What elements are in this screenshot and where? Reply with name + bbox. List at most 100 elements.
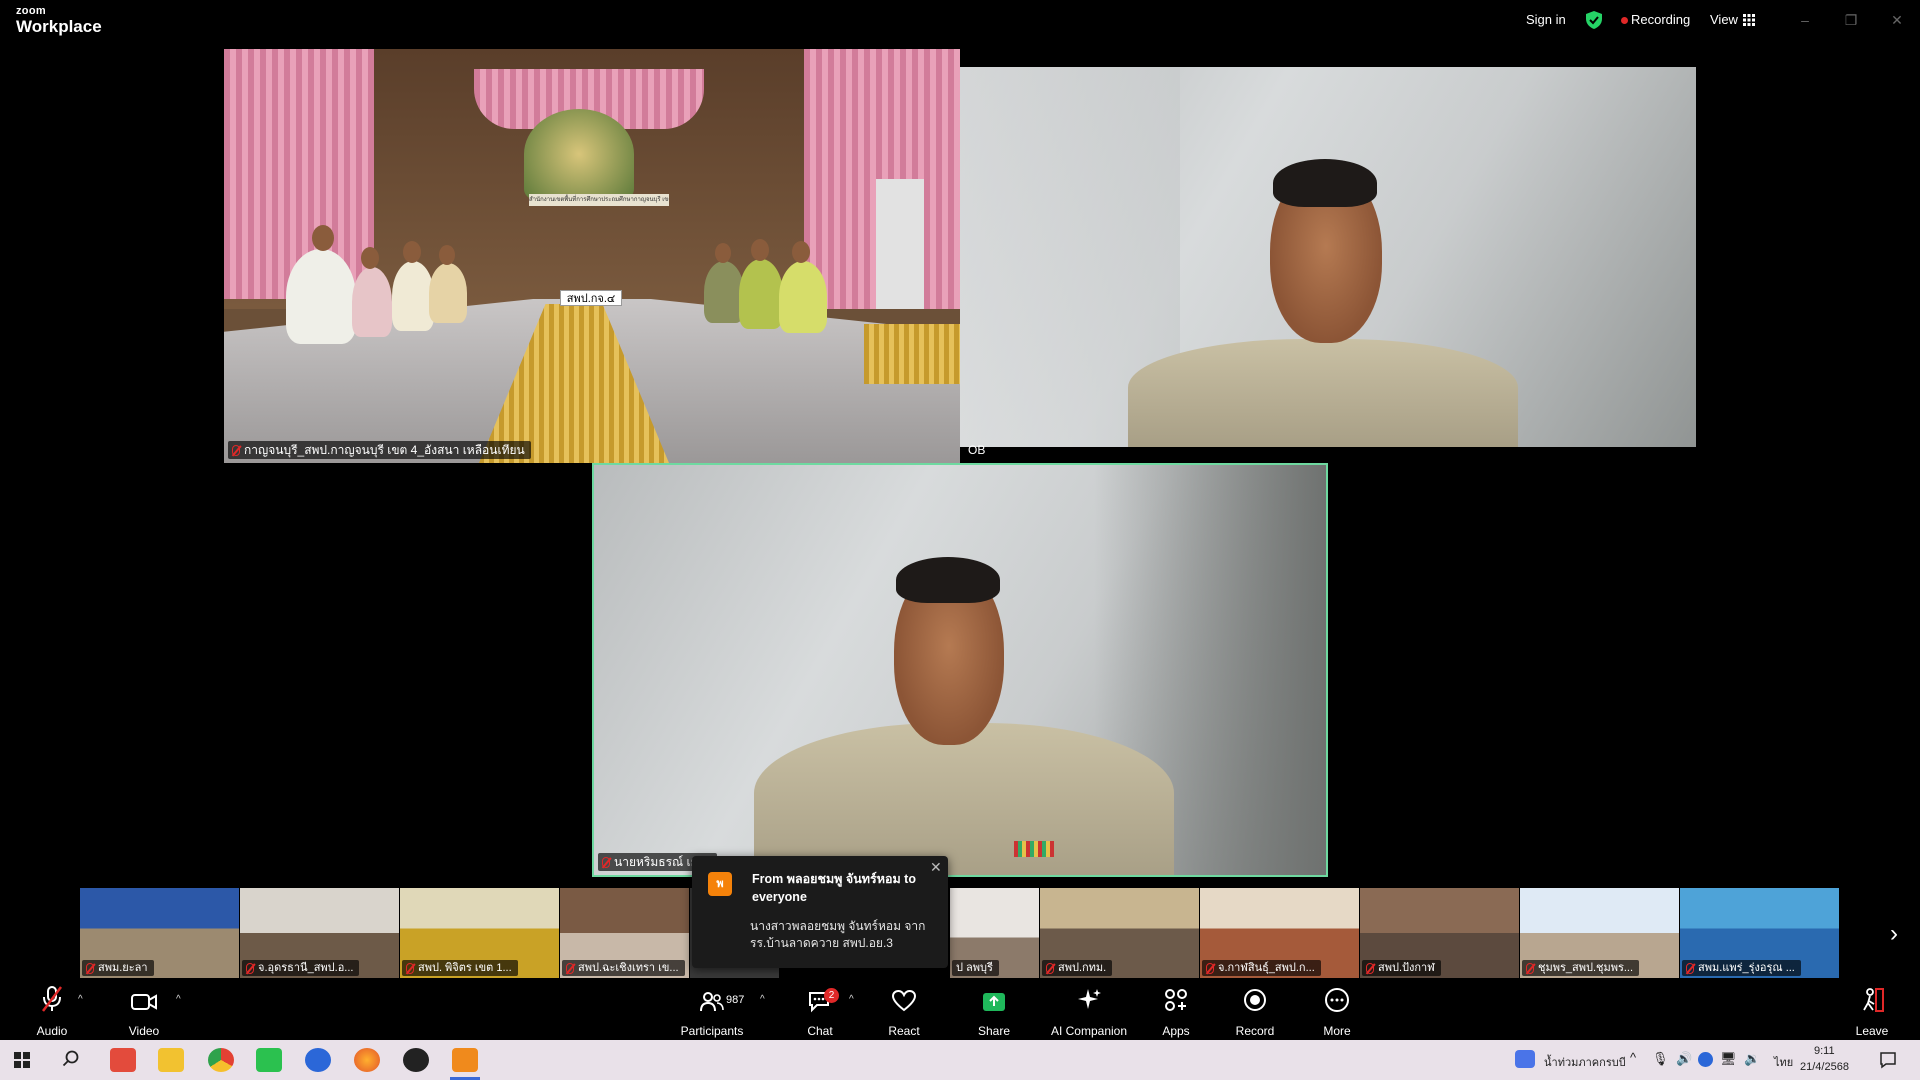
person — [739, 259, 783, 329]
recording-indicator[interactable]: Recording — [1631, 12, 1690, 27]
mic-muted-icon — [1526, 962, 1534, 974]
participant-name-label: สพม.ยะลา — [82, 960, 154, 976]
person-head — [751, 239, 769, 261]
chevron-right-icon[interactable]: › — [1890, 920, 1898, 948]
video-tray-icon[interactable] — [1515, 1050, 1535, 1068]
filmstrip-thumb[interactable]: จ.อุดรธานี_สพป.อ... — [240, 888, 400, 978]
speaker-icon[interactable]: 🔊 — [1676, 1051, 1692, 1067]
tray-location[interactable]: น้ำท่วมภาคกรบบี — [1544, 1053, 1626, 1071]
grid-icon[interactable] — [1743, 13, 1755, 31]
title-bar: zoom Workplace Sign in Recording View – … — [0, 0, 1920, 44]
firefox-icon[interactable] — [354, 1048, 380, 1072]
chat-options-caret[interactable]: ^ — [849, 994, 854, 1005]
apps-icon — [1163, 987, 1189, 1018]
participant-name-label: จ.กาฬสินธุ์_สพป.ก... — [1202, 960, 1321, 976]
notification-center-icon[interactable] — [1879, 1051, 1897, 1074]
volume-icon[interactable]: 🔉 — [1744, 1051, 1760, 1067]
video-button[interactable]: Video — [114, 980, 174, 1040]
participant-name-label: กาญจนบุรี_สพป.กาญจนบุรี เขต 4_อังสนา เหล… — [228, 441, 531, 459]
chat-unread-badge: 2 — [824, 988, 839, 1003]
person — [779, 261, 827, 333]
chat-button[interactable]: Chat — [790, 980, 850, 1040]
people-icon — [699, 991, 725, 1018]
person-hair — [896, 557, 1000, 603]
letterbox-top — [960, 49, 1696, 67]
chat-notification[interactable]: พ From พลอยชมพู จันทร์หอม to everyone นา… — [692, 856, 948, 968]
wall-banner: สำนักงานเขตพื้นที่การศึกษาประถมศึกษากาญจ… — [529, 194, 669, 206]
active-app-icon[interactable] — [452, 1048, 478, 1072]
video-tile-active-speaker[interactable]: นายหริมธรณ์ เยงพ — [592, 463, 1328, 877]
clock-time[interactable]: 9:11 — [1814, 1045, 1835, 1057]
input-language[interactable]: ไทย — [1774, 1053, 1793, 1071]
wps-app-icon[interactable] — [110, 1048, 136, 1072]
participant-name-label: OB — [968, 443, 986, 457]
os-taskbar: น้ำท่วมภาคกรบบี ^ 🎙 🔊 🖥 🔉 ไทย 9:11 21/4/… — [0, 1040, 1920, 1080]
audio-options-caret[interactable]: ^ — [78, 994, 83, 1005]
maximize-icon[interactable]: ❐ — [1841, 10, 1861, 30]
person-head — [439, 245, 455, 265]
filmstrip-thumb[interactable]: สพป. พิจิตร เขต 1... — [400, 888, 560, 978]
filmstrip-thumb[interactable]: สพป.ฉะเชิงเทรา เข... — [560, 888, 690, 978]
leave-button[interactable]: Leave — [1842, 980, 1902, 1040]
mic-muted-icon — [232, 444, 240, 456]
leave-icon — [1859, 987, 1885, 1018]
file-explorer-icon[interactable] — [158, 1048, 184, 1072]
person-head — [312, 225, 334, 251]
sparkle-icon — [1076, 987, 1102, 1018]
participants-count: 987 — [726, 994, 745, 1006]
record-button[interactable]: Record — [1225, 980, 1285, 1040]
mic-muted-icon — [1366, 962, 1374, 974]
chevron-up-icon[interactable]: ^ — [1630, 1050, 1636, 1065]
mic-muted-icon — [1206, 962, 1214, 974]
mic-muted-icon — [602, 856, 610, 868]
emblem — [524, 109, 634, 199]
mic-icon[interactable]: 🎙 — [1652, 1051, 1669, 1067]
person — [286, 249, 356, 344]
filmstrip: สพม.ยะลา จ.อุดรธานี_สพป.อ... สพป. พิจิตร… — [80, 888, 1840, 978]
network-icon[interactable]: 🖥 — [1720, 1051, 1737, 1067]
zoom-tray-icon[interactable] — [1698, 1052, 1713, 1067]
share-button[interactable]: Share — [964, 980, 1024, 1040]
video-options-caret[interactable]: ^ — [176, 994, 181, 1005]
person — [392, 261, 434, 331]
react-button[interactable]: React — [874, 980, 934, 1040]
ai-companion-button[interactable]: AI Companion — [1044, 980, 1134, 1040]
line-app-icon[interactable] — [256, 1048, 282, 1072]
mic-muted-icon — [39, 985, 65, 1018]
close-icon[interactable]: ✕ — [930, 859, 942, 876]
filmstrip-thumb[interactable]: ชุมพร_สพป.ชุมพร... — [1520, 888, 1680, 978]
close-window-icon[interactable]: ✕ — [1887, 10, 1907, 30]
filmstrip-thumb[interactable]: สพม.ยะลา — [80, 888, 240, 978]
zoom-logo: zoom Workplace — [16, 5, 102, 36]
person-head — [715, 243, 731, 263]
person-hair — [1273, 159, 1377, 207]
minimize-icon[interactable]: – — [1795, 10, 1815, 30]
view-button[interactable]: View — [1710, 12, 1738, 27]
participants-button[interactable]: Participants — [672, 980, 752, 1040]
person-head — [792, 241, 810, 263]
notification-message: นางสาวพลอยชมพู จันทร์หอม จาก รร.บ้านลาดค… — [750, 919, 926, 950]
mic-muted-icon — [1686, 962, 1694, 974]
video-tile-room[interactable]: สำนักงานเขตพื้นที่การศึกษาประถมศึกษากาญจ… — [224, 49, 960, 463]
shield-check-icon[interactable] — [1586, 11, 1602, 29]
mic-muted-icon — [406, 962, 414, 974]
more-button[interactable]: More — [1307, 980, 1367, 1040]
filmstrip-thumb[interactable]: สพม.แพร่_รุ่งอรุณ ... — [1680, 888, 1840, 978]
windows-start-icon[interactable] — [14, 1052, 30, 1073]
video-tile-top-right[interactable]: OB — [960, 49, 1696, 463]
sign-in-button[interactable]: Sign in — [1526, 12, 1566, 27]
chrome-icon[interactable] — [208, 1048, 234, 1072]
clock-date[interactable]: 21/4/2568 — [1800, 1061, 1849, 1073]
participants-options-caret[interactable]: ^ — [760, 994, 765, 1005]
search-icon[interactable] — [62, 1050, 80, 1073]
filmstrip-thumb[interactable]: สพป.ปังกาฬ — [1360, 888, 1520, 978]
filmstrip-thumb[interactable]: จ.กาฬสินธุ์_สพป.ก... — [1200, 888, 1360, 978]
person-body — [754, 723, 1174, 875]
apps-button[interactable]: Apps — [1146, 980, 1206, 1040]
filmstrip-thumb[interactable]: ป ลพบุรี — [950, 888, 1040, 978]
zoom-app-icon[interactable] — [305, 1048, 331, 1072]
filmstrip-thumb[interactable]: สพป.กทม. — [1040, 888, 1200, 978]
notification-title: From พลอยชมพู จันทร์หอม to everyone — [752, 872, 916, 904]
audio-button[interactable]: Audio — [22, 980, 82, 1040]
app-icon[interactable] — [403, 1048, 429, 1072]
